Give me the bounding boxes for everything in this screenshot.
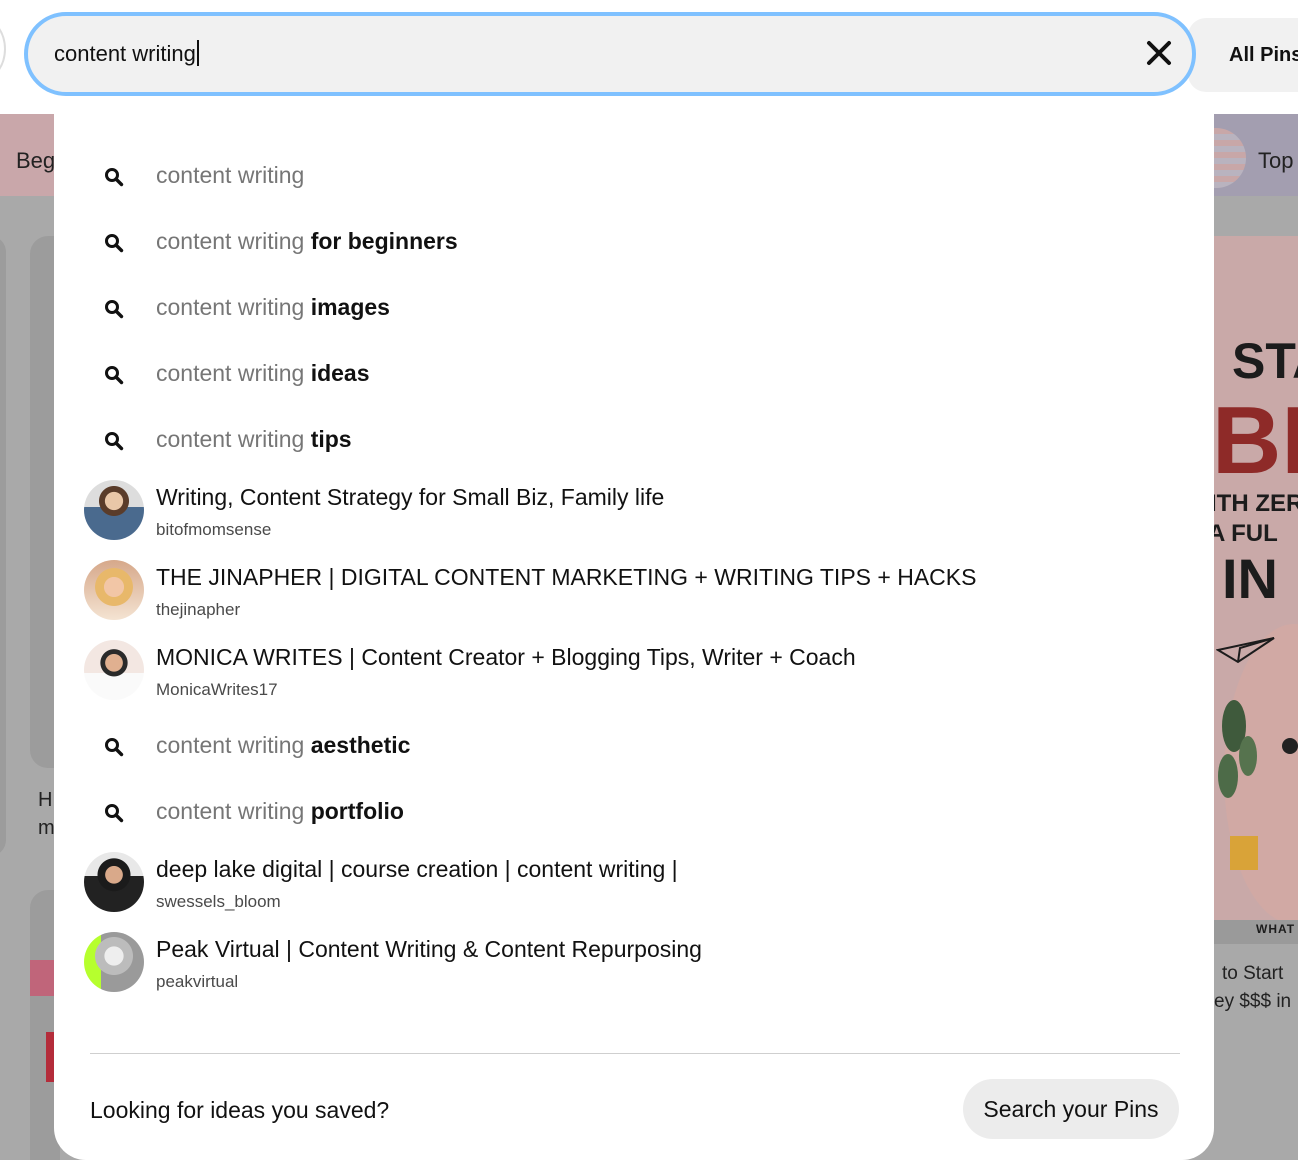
query-completion-text: for beginners (304, 228, 458, 254)
query-suggestion-text: content writing portfolio (156, 798, 404, 825)
divider (90, 1053, 1180, 1054)
query-suggestion-text: content writing aesthetic (156, 732, 410, 759)
query-base-text: content writing (156, 294, 305, 320)
search-bar[interactable]: content writing (24, 12, 1196, 96)
avatar (84, 560, 144, 620)
search-icon (105, 366, 124, 385)
search-icon (105, 300, 124, 319)
text-caret (196, 40, 199, 66)
query-suggestion-text: content writing images (156, 294, 390, 321)
pin-card-caption: H m (38, 789, 55, 839)
query-base-text: content writing (156, 732, 305, 758)
pin-card[interactable] (0, 236, 6, 856)
profile-name: MONICA WRITES | Content Creator + Bloggi… (156, 644, 856, 670)
query-completion-text: ideas (304, 360, 370, 386)
profile-username: thejinapher (156, 600, 241, 619)
pin-word: IN (1222, 547, 1278, 610)
query-completion-text: aesthetic (304, 732, 411, 758)
query-suggestion[interactable]: content writing aesthetic (54, 732, 1214, 772)
query-suggestion[interactable]: content writing for beginners (54, 228, 1214, 268)
query-base-text: content writing (156, 228, 305, 254)
profile-username: MonicaWrites17 (156, 680, 278, 699)
pin-word: WHAT (1256, 922, 1296, 936)
pin-word: A FUL (1214, 520, 1278, 547)
query-suggestion[interactable]: content writing images (54, 294, 1214, 334)
query-suggestion[interactable]: content writing ideas (54, 360, 1214, 400)
profile-suggestion[interactable]: deep lake digital | course creation | co… (54, 852, 1214, 922)
profile-username: peakvirtual (156, 972, 239, 991)
all-pins-label: All Pins (1229, 44, 1298, 66)
query-suggestion[interactable]: content writing (54, 162, 1214, 202)
query-suggestion-text: content writing tips (156, 426, 352, 453)
plant-icon (1218, 700, 1298, 870)
profile-username: bitofmomsense (156, 520, 272, 539)
query-base-text: content writing (156, 360, 305, 386)
query-completion-text: tips (304, 426, 352, 452)
query-suggestion[interactable]: content writing tips (54, 426, 1214, 466)
query-completion-text: images (304, 294, 390, 320)
search-icon (105, 738, 124, 757)
search-input[interactable]: content writing (54, 40, 199, 67)
avatar (84, 852, 144, 912)
search-icon (105, 432, 124, 451)
avatar (84, 640, 144, 700)
category-chip-right-label: Top (1258, 148, 1294, 173)
query-base-text: content writing (156, 798, 305, 824)
query-base-text: content writing (156, 426, 305, 452)
clear-search-icon[interactable] (1142, 36, 1176, 70)
pin-word: BL (1214, 387, 1298, 494)
profile-name: THE JINAPHER | DIGITAL CONTENT MARKETING… (156, 564, 977, 590)
query-base-text: content writing (156, 162, 305, 188)
profile-suggestion[interactable]: Writing, Content Strategy for Small Biz,… (54, 480, 1214, 550)
query-suggestion[interactable]: content writing portfolio (54, 798, 1214, 838)
avatar (84, 480, 144, 540)
query-completion-text: portfolio (304, 798, 404, 824)
profile-username: swessels_bloom (156, 892, 281, 911)
search-icon (105, 804, 124, 823)
profile-suggestion[interactable]: Peak Virtual | Content Writing & Content… (54, 932, 1214, 1002)
category-chip-left-label: Beg (16, 148, 56, 173)
query-suggestion-text: content writing for beginners (156, 228, 458, 255)
pin-word: ITH ZER (1214, 490, 1298, 517)
pin-card[interactable] (1214, 1064, 1298, 1160)
query-suggestion-text: content writing (156, 162, 304, 189)
profile-name: Writing, Content Strategy for Small Biz,… (156, 484, 665, 510)
search-icon (105, 168, 124, 187)
saved-ideas-prompt: Looking for ideas you saved? (90, 1097, 390, 1123)
search-your-pins-button[interactable]: Search your Pins (963, 1079, 1179, 1139)
query-suggestion-text: content writing ideas (156, 360, 370, 387)
pin-card-right-caption: to Start ey $$$ in (1214, 963, 1292, 1012)
search-suggestions-dropdown: content writing content writing for begin… (54, 114, 1214, 1160)
profile-suggestion[interactable]: THE JINAPHER | DIGITAL CONTENT MARKETING… (54, 560, 1214, 630)
pin-card-right[interactable]: STA BL ITH ZER A FUL IN WHAT (1214, 236, 1298, 944)
avatar (84, 932, 144, 992)
profile-name: Peak Virtual | Content Writing & Content… (156, 936, 702, 962)
pin-word: STA (1232, 333, 1298, 389)
profile-suggestion[interactable]: MONICA WRITES | Content Creator + Bloggi… (54, 640, 1214, 710)
search-icon (105, 234, 124, 253)
profile-name: deep lake digital | course creation | co… (156, 856, 678, 882)
paper-plane-icon (1216, 637, 1275, 664)
